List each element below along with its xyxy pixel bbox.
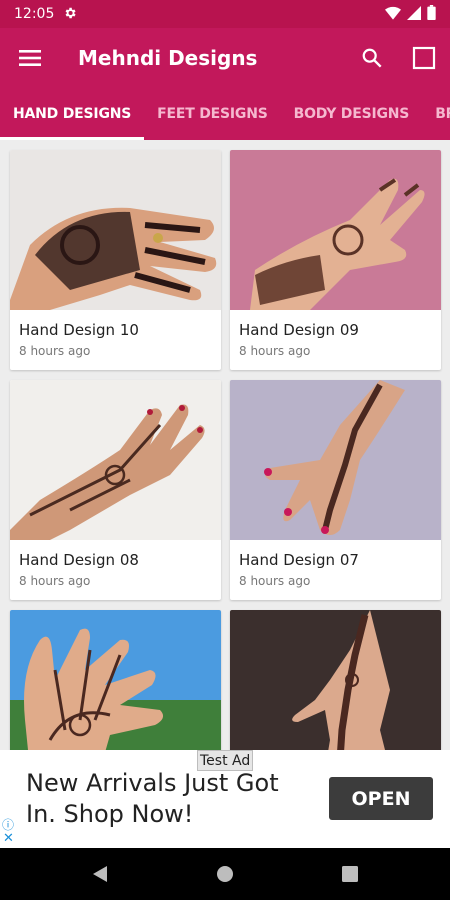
app-title: Mehndi Designs [78,46,258,70]
design-title: Hand Design 09 [239,321,359,339]
ad-close-icon[interactable]: ✕ [3,830,14,846]
status-time: 12:05 [14,6,55,22]
back-icon[interactable] [38,848,163,900]
system-nav-bar [0,848,450,900]
tab-body-designs[interactable]: BODY DESIGNS [281,88,423,140]
status-bar: 12:05 [0,0,450,28]
search-icon[interactable] [346,28,398,88]
design-time: 8 hours ago [239,344,311,358]
design-card[interactable]: Hand Design 08 8 hours ago [10,380,221,600]
design-image [10,380,221,540]
tab-bar: HAND DESIGNS FEET DESIGNS BODY DESIGNS B… [0,88,450,140]
recents-icon[interactable] [288,848,413,900]
design-image [230,380,441,540]
menu-icon[interactable] [0,28,60,88]
signal-icon [407,5,421,23]
design-title: Hand Design 07 [239,551,359,569]
design-title: Hand Design 08 [19,551,139,569]
design-image [230,150,441,310]
ad-banner[interactable]: Test Ad New Arrivals Just Got In. Shop N… [0,750,450,848]
tab-hand-designs[interactable]: HAND DESIGNS [0,88,145,140]
battery-icon [427,5,436,23]
design-image [10,610,221,750]
tab-feet-designs[interactable]: FEET DESIGNS [144,88,280,140]
design-time: 8 hours ago [19,574,91,588]
tab-bridal-designs[interactable]: BRIDAL DESIGNS [422,88,450,140]
design-title: Hand Design 10 [19,321,139,339]
ad-text[interactable]: New Arrivals Just Got In. Shop Now! [26,768,316,830]
design-card[interactable] [10,610,221,750]
design-grid: Hand Design 10 8 hours ago Hand Design 0… [0,140,450,750]
home-icon[interactable] [163,848,288,900]
design-time: 8 hours ago [239,574,311,588]
square-icon[interactable] [398,28,450,88]
ad-open-button[interactable]: OPEN [329,777,433,820]
design-time: 8 hours ago [19,344,91,358]
design-card[interactable]: Hand Design 10 8 hours ago [10,150,221,370]
design-card[interactable]: Hand Design 09 8 hours ago [230,150,441,370]
app-bar: Mehndi Designs [0,28,450,88]
design-image [10,150,221,310]
design-image [230,610,441,750]
settings-icon [63,6,77,23]
design-card[interactable]: Hand Design 07 8 hours ago [230,380,441,600]
design-card[interactable] [230,610,441,750]
wifi-icon [385,6,401,23]
